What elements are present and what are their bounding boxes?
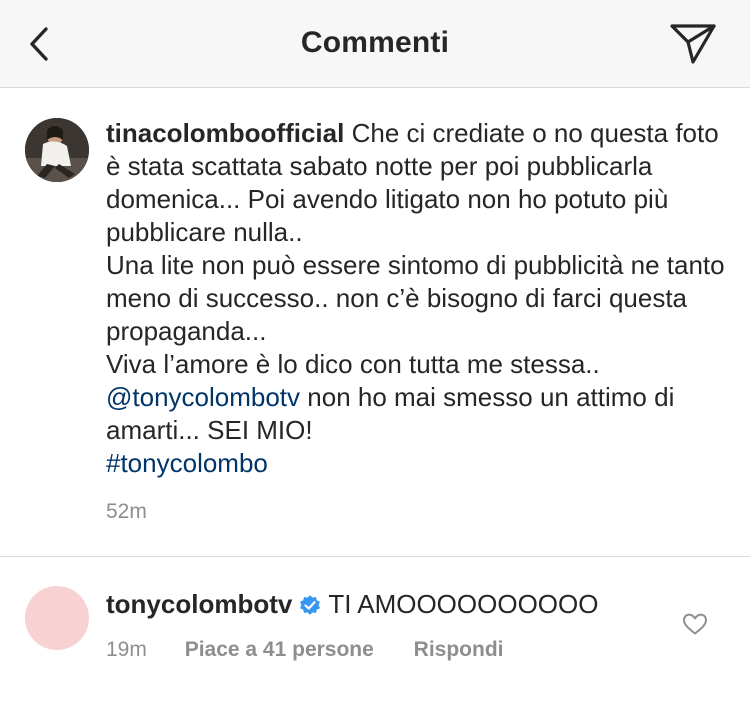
divider [0, 556, 750, 557]
caption-paragraph-2: Una lite non può essere sintomo di pubbl… [106, 250, 725, 346]
caption-paragraph-3: Viva l’amore è lo dico con tutta me stes… [106, 349, 600, 379]
paper-plane-icon [670, 24, 716, 64]
like-button[interactable] [682, 612, 708, 636]
profile-photo-icon [25, 118, 89, 182]
page-title: Commenti [300, 26, 450, 59]
verified-badge-icon [300, 595, 321, 615]
reply-body: TI AMOOOOOOOOOO [328, 589, 599, 619]
caption-timestamp: 52m [106, 500, 147, 523]
reply-avatar[interactable] [25, 586, 89, 650]
caption-text: tinacolomboofficial Che ci crediate o no… [106, 117, 726, 480]
hashtag-link[interactable]: #tonycolombo [106, 448, 268, 478]
reply-timestamp: 19m [106, 638, 147, 661]
reply-comment: tonycolombotv TI AMOOOOOOOOOO [106, 588, 598, 621]
share-button[interactable] [668, 20, 720, 68]
likes-count-button[interactable]: Piace a 41 persone [185, 638, 374, 661]
reply-button[interactable]: Rispondi [414, 638, 504, 661]
reply-username[interactable]: tonycolombotv [106, 589, 292, 619]
mention-link[interactable]: @tonycolombotv [106, 382, 300, 412]
reply-meta: 19m Piace a 41 persone Rispondi [106, 638, 504, 662]
caption-username[interactable]: tinacolomboofficial [106, 118, 344, 148]
top-bar: Commenti [0, 0, 750, 88]
avatar[interactable] [25, 118, 89, 182]
heart-outline-icon [683, 613, 707, 635]
